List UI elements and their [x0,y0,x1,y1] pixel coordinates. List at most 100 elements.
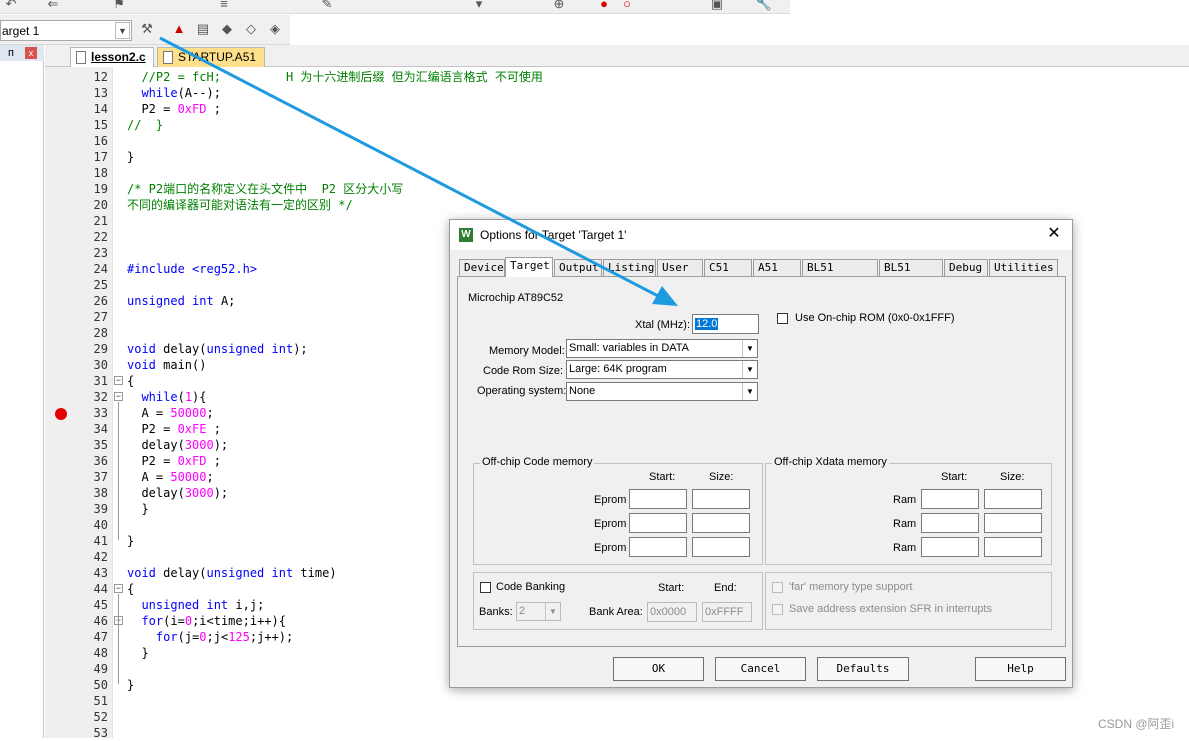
tab-output[interactable]: Output [554,259,602,276]
eprom-start-input[interactable] [629,513,687,533]
breakpoint-disable-icon[interactable]: ○ [618,0,636,12]
chevron-down-icon[interactable]: ▼ [545,603,560,620]
line-number: 48 [93,646,108,660]
load-icon[interactable]: ▲ [170,21,188,37]
ok-button[interactable]: OK [613,657,704,681]
xtal-label: Xtal (MHz): [635,319,690,331]
help-button[interactable]: Help [975,657,1066,681]
tab-listing[interactable]: Listing [603,259,656,276]
line-number: 33 [93,406,108,420]
line-number: 23 [93,246,108,260]
line-number: 21 [93,214,108,228]
chevron-down-icon[interactable]: ▼ [742,361,757,378]
code-rom-select[interactable]: Large: 64K program ▼ [566,360,758,379]
tab-startup-a51[interactable]: STARTUP.A51 [157,47,265,67]
code-line: } [127,534,135,548]
fold-toggle-icon[interactable]: − [114,392,123,401]
options-for-target-icon[interactable]: ⚒ [138,21,156,37]
pin-icon[interactable]: ᴨ [8,45,14,61]
indent-icon[interactable]: ≡ [215,0,233,12]
tab-label: STARTUP.A51 [178,50,257,64]
ram-size-input[interactable] [984,537,1042,557]
ram-size-input[interactable] [984,489,1042,509]
tab-debug[interactable]: Debug [944,259,988,276]
diamond-icon[interactable]: ◆ [218,21,236,37]
combo-dropdown-icon[interactable]: ▾ [470,0,488,12]
manage-icon[interactable]: ▤ [194,21,212,37]
start-header: Start: [649,471,676,483]
close-icon[interactable]: ✕ [1044,224,1064,244]
code-banking-checkbox[interactable] [480,582,491,593]
ram-start-input[interactable] [921,537,979,557]
tab-bl51-misc[interactable]: BL51 Misc [879,259,943,290]
pack-installer-icon[interactable]: ◇ [242,21,260,37]
ram-label: Ram [893,542,917,554]
line-number: 24 [93,262,108,276]
device-name: Microchip AT89C52 [468,292,564,304]
bank-start-input[interactable]: 0x0000 [647,602,697,622]
debug-icon[interactable]: ⊕ [550,0,568,12]
tab-utilities[interactable]: Utilities [989,259,1058,276]
xtal-input[interactable]: 12.0 [692,314,759,334]
fold-toggle-icon[interactable]: − [114,376,123,385]
line-number: 38 [93,486,108,500]
save-sfr-checkbox[interactable] [772,604,783,615]
memory-model-select[interactable]: Small: variables in DATA ▼ [566,339,758,358]
cancel-button[interactable]: Cancel [715,657,806,681]
line-number: 34 [93,422,108,436]
tab-lesson2-c[interactable]: lesson2.c [70,47,154,67]
code-line: { [127,374,135,388]
onchip-rom-label: Use On-chip ROM (0x0-0x1FFF) [795,312,955,324]
bookmark-icon[interactable]: ⚑ [110,0,128,12]
window-layout-icon[interactable]: ▣ [708,0,726,12]
code-line: } [127,150,135,164]
code-rom-value: Large: 64K program [569,363,667,375]
os-select[interactable]: None ▼ [566,382,758,401]
close-icon[interactable]: x [25,47,37,59]
eprom-start-input[interactable] [629,489,687,509]
eprom-size-input[interactable] [692,513,750,533]
onchip-rom-checkbox[interactable] [777,313,788,324]
ram-start-input[interactable] [921,513,979,533]
tab-target[interactable]: Target [505,257,553,277]
target-select[interactable]: arget 1 ▼ [0,20,132,41]
find-icon[interactable]: ✎ [318,0,336,12]
tab-bl51-locate[interactable]: BL51 Locate [802,259,878,290]
ram-size-input[interactable] [984,513,1042,533]
tab-a51[interactable]: A51 [753,259,801,276]
watermark: CSDN @阿歪i [1098,717,1175,731]
ram-start-input[interactable] [921,489,979,509]
code-line: unsigned int A; [127,294,236,308]
line-number: 45 [93,598,108,612]
banks-select[interactable]: 2 ▼ [516,602,561,621]
offchip-code-title: Off-chip Code memory [480,456,595,468]
tab-c51[interactable]: C51 [704,259,752,276]
chevron-down-icon[interactable]: ▼ [742,340,757,357]
chevron-down-icon[interactable]: ▼ [115,22,130,39]
undo-icon[interactable]: ↶ [2,0,20,12]
tab-device[interactable]: Device [459,259,505,276]
config-icon[interactable]: 🔧 [755,0,773,12]
line-number: 30 [93,358,108,372]
code-line: { [127,582,135,596]
fold-line [118,402,119,540]
eprom-size-input[interactable] [692,537,750,557]
line-number: 14 [93,102,108,116]
code-line: } [127,678,135,692]
back-icon[interactable]: ⇐ [44,0,62,12]
breakpoint-icon[interactable] [55,408,67,420]
bank-end-input[interactable]: 0xFFFF [702,602,752,622]
components-icon[interactable]: ◈ [266,21,284,37]
line-number: 36 [93,454,108,468]
eprom-size-input[interactable] [692,489,750,509]
line-number: 39 [93,502,108,516]
chevron-down-icon[interactable]: ▼ [742,383,757,400]
defaults-button[interactable]: Defaults [817,657,909,681]
breakpoint-insert-icon[interactable]: ● [595,0,613,12]
code-line: delay(3000); [127,438,229,452]
far-memory-checkbox[interactable] [772,582,783,593]
bank-start-value: 0x0000 [650,606,687,618]
eprom-start-input[interactable] [629,537,687,557]
fold-toggle-icon[interactable]: − [114,584,123,593]
tab-user[interactable]: User [657,259,703,276]
